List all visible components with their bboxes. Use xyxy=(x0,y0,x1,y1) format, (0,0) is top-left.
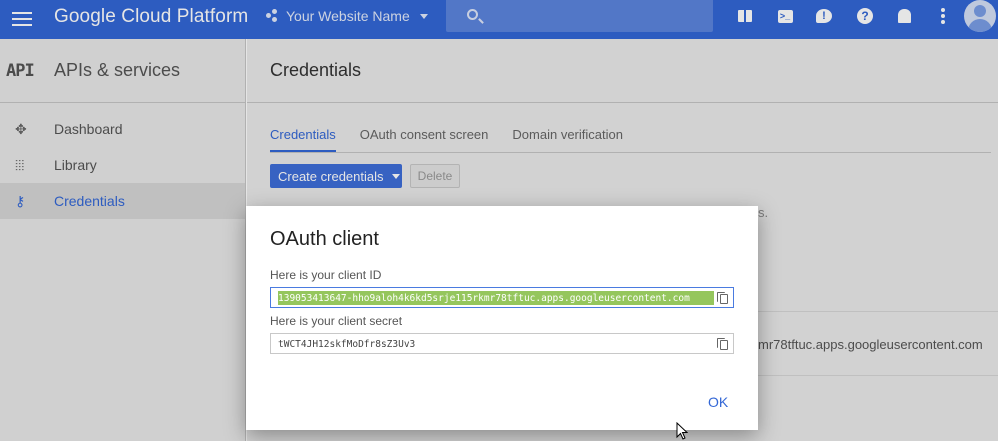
library-icon: ⦙⦙⦙ xyxy=(15,156,25,173)
delete-button[interactable]: Delete xyxy=(410,164,460,188)
create-credentials-label: Create credentials xyxy=(278,168,384,184)
create-credentials-button[interactable]: Create credentials xyxy=(270,164,402,188)
page-title: Credentials xyxy=(247,39,998,103)
chevron-down-icon xyxy=(391,173,400,179)
search-icon xyxy=(467,9,478,20)
sidebar-header: API APIs & services xyxy=(0,39,245,103)
sidebar-item-library[interactable]: ⦙⦙⦙ Library xyxy=(0,147,245,183)
top-app-bar: Google Cloud Platform Your Website Name … xyxy=(0,0,998,39)
tab-bar: Credentials OAuth consent screen Domain … xyxy=(270,121,991,153)
sidebar-title: APIs & services xyxy=(54,60,181,80)
client-id-input[interactable] xyxy=(278,291,714,305)
client-secret-field xyxy=(270,333,734,354)
oauth-client-dialog: OAuth client Here is your client ID Here… xyxy=(246,206,758,430)
tab-domain-verification[interactable]: Domain verification xyxy=(512,121,623,152)
sidebar-item-label: Library xyxy=(54,157,97,173)
client-secret-input[interactable] xyxy=(278,337,714,351)
account-avatar[interactable] xyxy=(964,0,996,32)
project-name: Your Website Name xyxy=(286,8,410,24)
copy-icon[interactable] xyxy=(716,337,730,351)
ok-button[interactable]: OK xyxy=(708,394,728,410)
help-icon[interactable]: ? xyxy=(856,7,874,25)
copy-icon[interactable] xyxy=(716,291,730,305)
more-vert-icon[interactable] xyxy=(934,7,952,25)
sidebar-item-label: Dashboard xyxy=(54,121,123,137)
sidebar-nav: ✥ Dashboard ⦙⦙⦙ Library ⚷ Credentials xyxy=(0,111,245,219)
tab-oauth-consent-screen[interactable]: OAuth consent screen xyxy=(360,121,489,152)
project-selector[interactable]: Your Website Name xyxy=(266,8,428,24)
search-input[interactable] xyxy=(446,0,713,32)
gift-icon[interactable] xyxy=(736,7,754,25)
dialog-title: OAuth client xyxy=(270,228,379,250)
notifications-icon[interactable] xyxy=(895,7,913,25)
background-text: s. xyxy=(758,205,769,220)
client-id-field xyxy=(270,287,734,308)
dashboard-icon: ✥ xyxy=(15,120,27,137)
menu-icon[interactable] xyxy=(12,9,32,29)
background-client-id: mr78tftuc.apps.googleusercontent.com xyxy=(758,337,983,352)
key-icon: ⚷ xyxy=(15,192,26,209)
sidebar-item-label: Credentials xyxy=(54,193,125,209)
sidebar: API APIs & services ✥ Dashboard ⦙⦙⦙ Libr… xyxy=(0,39,246,441)
chevron-down-icon xyxy=(419,13,428,19)
tab-credentials[interactable]: Credentials xyxy=(270,121,336,152)
cloud-shell-icon[interactable]: >_ xyxy=(776,7,794,25)
project-dots-icon xyxy=(266,9,280,23)
sidebar-item-dashboard[interactable]: ✥ Dashboard xyxy=(0,111,245,147)
sidebar-item-credentials[interactable]: ⚷ Credentials xyxy=(0,183,245,219)
brand-logo[interactable]: Google Cloud Platform xyxy=(54,6,248,28)
client-secret-label: Here is your client secret xyxy=(270,314,403,328)
feedback-icon[interactable]: ! xyxy=(815,7,833,25)
api-icon: API xyxy=(6,60,35,81)
client-id-label: Here is your client ID xyxy=(270,268,382,282)
